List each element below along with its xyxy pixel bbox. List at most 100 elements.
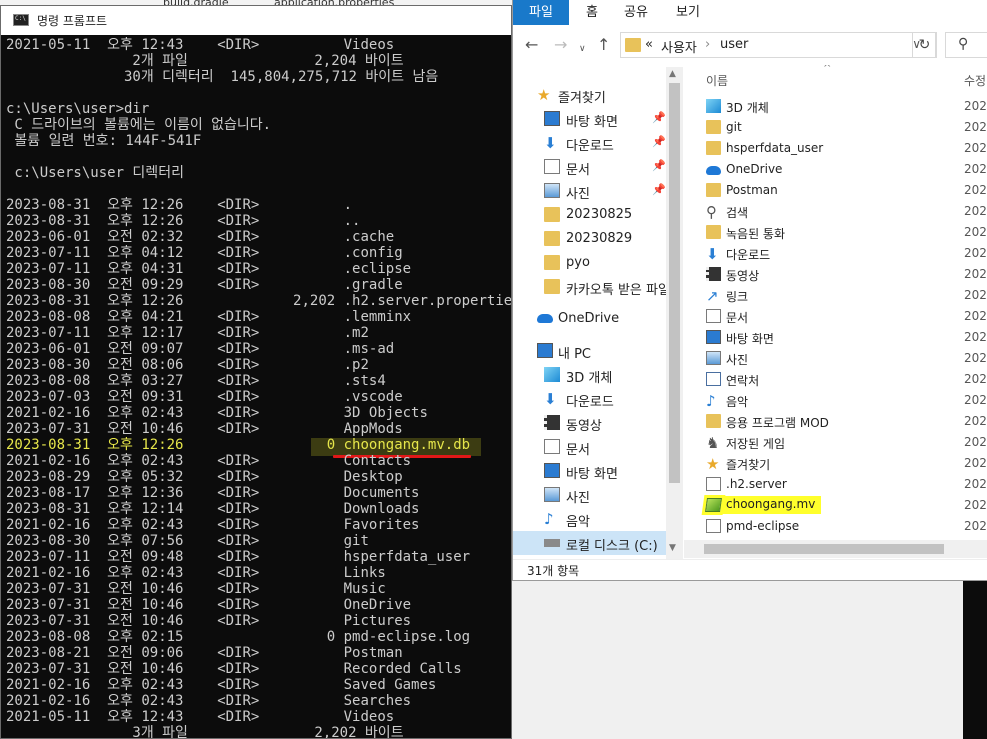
column-date-header[interactable]: 수정 xyxy=(964,72,986,89)
nav-item[interactable]: 20230829 xyxy=(513,227,683,251)
command-prompt-window[interactable]: 명령 프롬프트 2021-05-11 오후 12:43 <DIR> Videos… xyxy=(0,5,512,739)
file-row[interactable]: ♞ 저장된 게임 2021 xyxy=(684,432,987,453)
address-overflow[interactable]: « xyxy=(645,37,653,52)
search-icon: ⚲ xyxy=(958,36,969,52)
ribbon-tab[interactable]: 파일 xyxy=(513,0,569,25)
column-headers: ^ 이름 수정 xyxy=(684,65,987,93)
file-icon xyxy=(706,477,721,491)
address-field[interactable]: « 사용자 › user ∨ xyxy=(620,32,936,58)
ribbon-tab[interactable]: 보기 xyxy=(671,0,705,25)
nav-item-label: 바탕 화면 xyxy=(566,115,618,130)
nav-item[interactable]: 카카오톡 받은 파일 xyxy=(513,275,683,299)
file-name: 사진 xyxy=(726,353,749,367)
pin-icon[interactable]: 📌 xyxy=(652,159,666,172)
search-box[interactable]: ⚲ xyxy=(945,32,987,58)
nav-item[interactable]: 20230825 xyxy=(513,203,683,227)
file-row[interactable]: pmd-eclipse 2023 xyxy=(684,516,987,537)
file-row[interactable]: Postman 2023 xyxy=(684,180,987,201)
nav-item[interactable]: 바탕 화면 xyxy=(513,459,683,483)
pin-icon[interactable]: 📌 xyxy=(652,183,666,196)
file-row[interactable]: hsperfdata_user 2023 xyxy=(684,138,987,159)
file-row[interactable]: 동영상 2021 xyxy=(684,264,987,285)
nav-scroll-thumb[interactable] xyxy=(669,83,680,483)
file-row[interactable]: ⚲ 검색 2021 xyxy=(684,201,987,222)
file-name: pmd-eclipse xyxy=(726,519,800,533)
horizontal-scrollbar[interactable] xyxy=(684,540,987,558)
console-line: 2021-02-16 오후 02:43 <DIR> Links xyxy=(6,565,386,581)
file-date: 2021 xyxy=(964,435,987,449)
console-line: 2023-08-30 오전 08:06 <DIR> .p2 xyxy=(6,357,369,373)
file-row[interactable]: 3D 개체 2021 xyxy=(684,96,987,117)
file-row[interactable]: ★ 즐겨찾기 2021 xyxy=(684,453,987,474)
file-row[interactable]: 연락처 2021 xyxy=(684,369,987,390)
file-name: 동영상 xyxy=(726,269,760,283)
nav-item-label: 사진 xyxy=(566,491,590,506)
picture-icon xyxy=(706,351,721,365)
file-name: 문서 xyxy=(726,311,749,325)
nav-item[interactable]: 문서 xyxy=(513,435,683,459)
hscroll-thumb[interactable] xyxy=(704,544,944,554)
nav-item[interactable]: 내 PC xyxy=(513,339,683,363)
folder-icon xyxy=(706,120,721,134)
search-icon: ⚲ xyxy=(706,203,717,221)
nav-item[interactable]: 동영상 xyxy=(513,411,683,435)
nav-scroll-down-icon[interactable]: ▼ xyxy=(669,543,676,553)
forward-arrow-icon[interactable]: → xyxy=(554,37,567,53)
file-row[interactable]: ♪ 음악 2023 xyxy=(684,390,987,411)
breadcrumb-users[interactable]: 사용자 xyxy=(661,37,697,56)
recent-locations-chevron-icon[interactable]: ∨ xyxy=(579,41,586,57)
file-date: 2021 xyxy=(964,456,987,470)
refresh-button[interactable]: ↻ xyxy=(912,32,937,58)
nav-item[interactable]: pyo xyxy=(513,251,683,275)
pc-icon xyxy=(537,343,553,358)
nav-item[interactable]: 3D 개체 xyxy=(513,363,683,387)
download-icon: ⬇ xyxy=(706,245,719,263)
nav-item[interactable]: 로컬 디스크 (C:) xyxy=(513,531,683,555)
console-line: 2023-08-21 오전 09:06 <DIR> Postman xyxy=(6,645,403,661)
console-line: 2023-08-08 오후 04:21 <DIR> .lemminx xyxy=(6,309,412,325)
nav-item[interactable]: 문서 📌 xyxy=(513,155,683,179)
file-row[interactable]: 녹음된 통화 2023 xyxy=(684,222,987,243)
back-arrow-icon[interactable]: ← xyxy=(525,37,538,53)
file-row[interactable]: ↗ 링크 2021 xyxy=(684,285,987,306)
file-explorer-window[interactable]: 파일 홈 공유 보기 ← → ∨ ↑ « 사용자 › user ∨ ↻ ⚲ ★ 즐겨찾기… xyxy=(512,0,987,581)
nav-item-label: 다운로드 xyxy=(566,139,614,154)
console-line: 2023-07-11 오전 09:48 <DIR> hsperfdata_use… xyxy=(6,549,471,565)
file-row[interactable]: 문서 2023 xyxy=(684,306,987,327)
file-row[interactable]: git 2023 xyxy=(684,117,987,138)
nav-scrollbar[interactable]: ▲ ▼ xyxy=(666,67,683,559)
ribbon-tab[interactable]: 홈 xyxy=(577,0,607,25)
nav-item-label: 음악 xyxy=(566,515,590,530)
navigation-pane[interactable]: ★ 즐겨찾기 바탕 화면 📌 ⬇ 다운로드 📌 문서 📌 사진 📌 20230825 20230829 p… xyxy=(513,65,683,559)
pin-icon[interactable]: 📌 xyxy=(652,111,666,124)
up-arrow-icon[interactable]: ↑ xyxy=(597,37,610,53)
nav-item[interactable]: ♪ 음악 xyxy=(513,507,683,531)
breadcrumb-user[interactable]: user xyxy=(720,37,748,52)
nav-item[interactable]: ★ 즐겨찾기 xyxy=(513,83,683,107)
nav-item[interactable]: OneDrive xyxy=(513,307,683,331)
nav-scroll-up-icon[interactable]: ▲ xyxy=(669,69,676,79)
cmd-titlebar[interactable]: 명령 프롬프트 xyxy=(1,6,511,35)
file-row[interactable]: 바탕 화면 2023 xyxy=(684,327,987,348)
file-row[interactable]: .h2.server 2023 xyxy=(684,474,987,495)
nav-item[interactable]: ⬇ 다운로드 📌 xyxy=(513,131,683,155)
file-row[interactable]: choongang.mv 2023 xyxy=(684,495,987,516)
nav-item[interactable]: 사진 📌 xyxy=(513,179,683,203)
ribbon-tab[interactable]: 공유 xyxy=(617,0,655,25)
nav-item[interactable]: ⬇ 다운로드 xyxy=(513,387,683,411)
nav-item-label: 문서 xyxy=(566,443,590,458)
file-date: 2023 xyxy=(964,120,987,134)
nav-item[interactable]: 바탕 화면 📌 xyxy=(513,107,683,131)
breadcrumb-separator-icon: › xyxy=(705,37,711,52)
file-row[interactable]: 사진 2023 xyxy=(684,348,987,369)
file-row[interactable]: OneDrive 2023 xyxy=(684,159,987,180)
file-row[interactable]: 응용 프로그램 MOD 2023 xyxy=(684,411,987,432)
file-list-pane[interactable]: ^ 이름 수정 3D 개체 2021 git 2023 hsperfdata_user 2… xyxy=(684,65,987,559)
download-icon: ⬇ xyxy=(544,390,557,408)
column-name-header[interactable]: 이름 xyxy=(706,72,728,89)
file-row[interactable]: ⬇ 다운로드 2023 xyxy=(684,243,987,264)
cmd-app-icon xyxy=(13,14,29,26)
pin-icon[interactable]: 📌 xyxy=(652,135,666,148)
console-output[interactable]: 2021-05-11 오후 12:43 <DIR> Videos 2개 파일 2… xyxy=(1,35,511,738)
nav-item[interactable]: 사진 xyxy=(513,483,683,507)
